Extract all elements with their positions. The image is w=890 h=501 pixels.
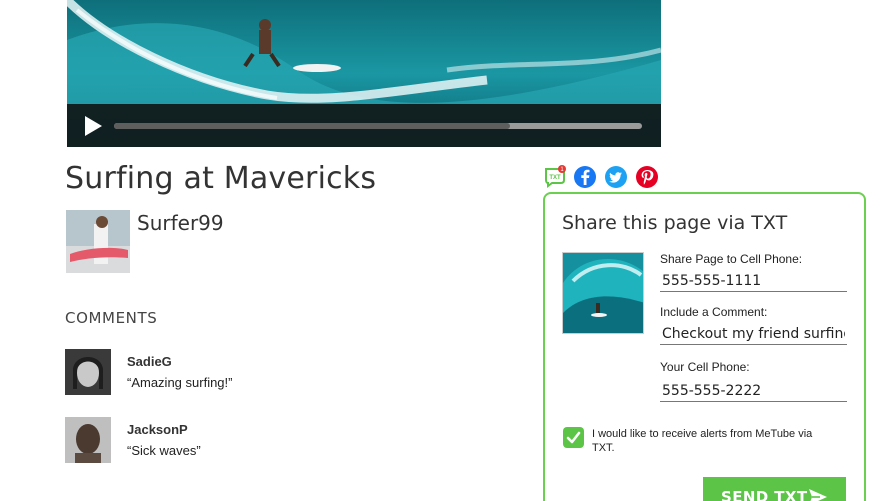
metube-txt-icon[interactable]: TXT 1 xyxy=(543,165,567,189)
share-thumbnail xyxy=(562,252,644,334)
checkmark-icon xyxy=(566,431,581,444)
pinterest-icon[interactable] xyxy=(635,165,659,189)
send-txt-label: SEND TXT xyxy=(721,488,808,501)
your-cell-input[interactable] xyxy=(660,380,847,402)
comment-item: SadieG “Amazing surfing!” xyxy=(65,349,365,397)
video-controls xyxy=(67,104,661,147)
comment-text: “Amazing surfing!” xyxy=(127,375,233,390)
twitter-icon[interactable] xyxy=(604,165,628,189)
send-arrow-icon xyxy=(809,489,827,501)
author-avatar[interactable] xyxy=(66,210,130,273)
comment-username[interactable]: SadieG xyxy=(127,354,172,369)
share-panel-heading: Share this page via TXT xyxy=(562,212,788,234)
send-txt-button[interactable]: SEND TXT xyxy=(703,477,846,501)
svg-text:TXT: TXT xyxy=(549,175,561,181)
alerts-label: I would like to receive alerts from MeTu… xyxy=(592,428,813,454)
progress-bar[interactable] xyxy=(114,123,642,129)
cell-phone-input[interactable] xyxy=(660,270,847,292)
comment-username[interactable]: JacksonP xyxy=(127,422,188,437)
author-name[interactable]: Surfer99 xyxy=(137,211,224,235)
play-icon[interactable] xyxy=(82,115,104,137)
comment-label: Include a Comment: xyxy=(660,305,768,319)
comment-text: “Sick waves” xyxy=(127,443,201,458)
alerts-checkbox[interactable] xyxy=(563,427,584,448)
cell-phone-label: Share Page to Cell Phone: xyxy=(660,252,803,266)
video-player[interactable] xyxy=(67,0,661,147)
share-txt-panel: Share this page via TXT Share Page to Ce… xyxy=(543,192,866,501)
video-title: Surfing at Mavericks xyxy=(65,161,377,196)
commenter-avatar[interactable] xyxy=(65,417,111,463)
commenter-avatar[interactable] xyxy=(65,349,111,395)
comment-input[interactable] xyxy=(660,323,847,345)
facebook-icon[interactable] xyxy=(573,165,597,189)
comments-heading: COMMENTS xyxy=(65,309,158,327)
progress-fill xyxy=(114,123,510,129)
your-cell-label: Your Cell Phone: xyxy=(660,360,750,374)
comment-item: JacksonP “Sick waves” xyxy=(65,417,365,465)
